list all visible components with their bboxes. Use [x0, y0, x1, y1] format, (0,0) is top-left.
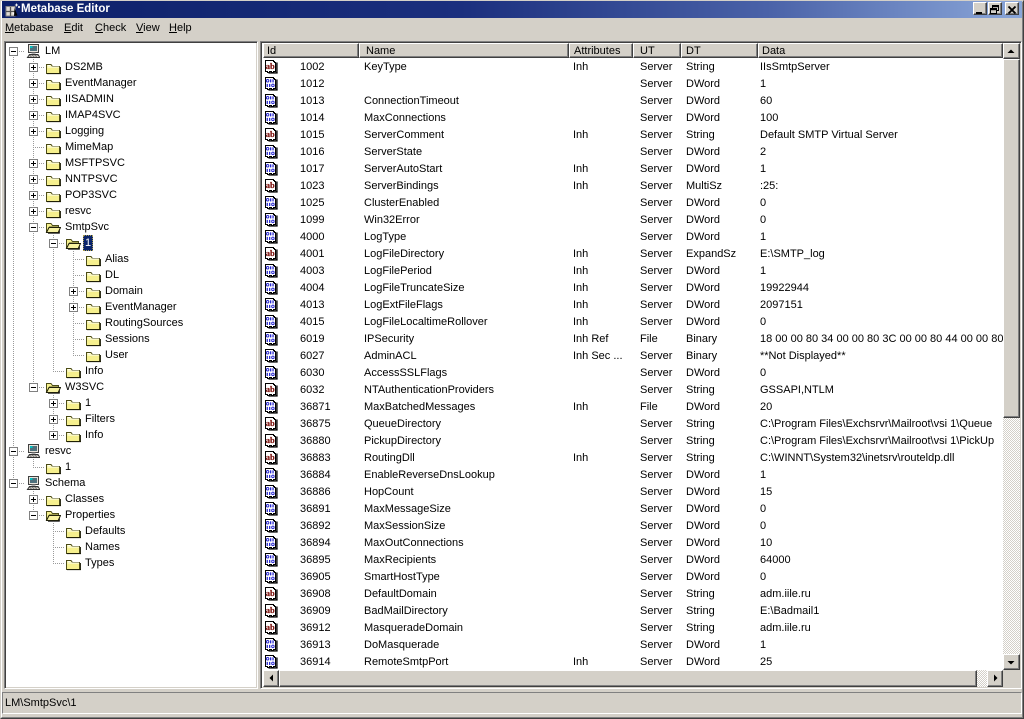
svg-text:ab: ab — [266, 605, 275, 615]
svg-text:ab: ab — [266, 622, 275, 632]
svg-text:ab: ab — [266, 435, 275, 445]
svg-text:ab: ab — [266, 452, 275, 462]
svg-text:ab: ab — [266, 588, 275, 598]
svg-text:ab: ab — [266, 180, 275, 190]
svg-text:ab: ab — [266, 129, 275, 139]
svg-text:ab: ab — [266, 248, 275, 258]
svg-text:ab: ab — [266, 418, 275, 428]
svg-text:ab: ab — [266, 384, 275, 394]
svg-text:ab: ab — [266, 61, 275, 71]
